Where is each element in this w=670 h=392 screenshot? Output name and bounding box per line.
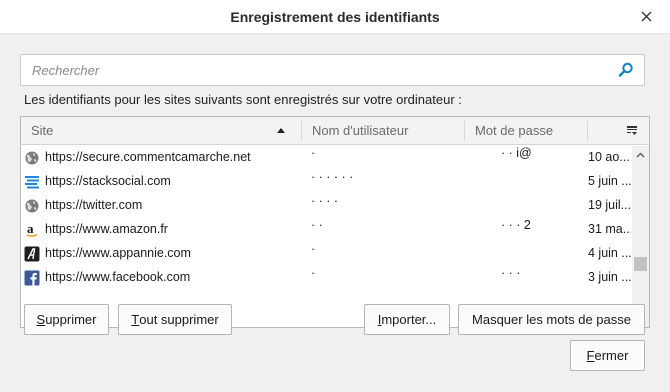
- delete-all-button-label: out supprimer: [139, 312, 219, 327]
- row-date: 5 juin ...: [588, 174, 631, 188]
- facebook-icon: [24, 270, 40, 286]
- import-button-label: mporter...: [381, 312, 437, 327]
- row-username: · · · ·: [311, 194, 339, 208]
- scrollbar-thumb[interactable]: [634, 257, 647, 271]
- search-box: [20, 54, 645, 86]
- column-picker-icon[interactable]: [626, 125, 638, 137]
- column-header-username[interactable]: Nom d'utilisateur: [302, 117, 464, 144]
- delete-button-label: upprimer: [45, 312, 97, 327]
- import-button[interactable]: Importer...: [364, 304, 450, 335]
- row-password: · · ·: [501, 266, 521, 280]
- table-header: Site Nom d'utilisateur Mot de passe: [21, 117, 649, 145]
- login-manager-dialog: Enregistrement des identifiants Les iden…: [0, 0, 670, 392]
- delete-all-button-mnemonic: T: [131, 312, 140, 327]
- column-header-username-label: Nom d'utilisateur: [312, 123, 409, 138]
- column-header-site-label: Site: [31, 123, 54, 138]
- amazon-icon: a: [26, 222, 38, 237]
- logins-table: Site Nom d'utilisateur Mot de passe http…: [20, 116, 650, 328]
- close-button-mnemonic: F: [586, 348, 595, 363]
- row-date: 10 ao...: [588, 150, 630, 164]
- close-icon: [641, 11, 651, 21]
- table-row[interactable]: a https://www.amazon.fr · · · · · 2 31 m…: [21, 218, 631, 242]
- globe-icon: [25, 199, 39, 213]
- scroll-up-icon[interactable]: [636, 151, 645, 160]
- svg-text:a: a: [27, 222, 34, 236]
- vertical-scrollbar[interactable]: [632, 146, 649, 327]
- row-date: 3 juin ...: [588, 270, 631, 284]
- table-row[interactable]: https://www.appannie.com · 4 juin ...: [21, 242, 631, 266]
- close-button[interactable]: Fermer: [570, 340, 645, 371]
- row-date: 31 ma...: [588, 222, 631, 236]
- close-window-button[interactable]: [636, 6, 656, 26]
- delete-button-mnemonic: S: [36, 312, 46, 327]
- row-site: https://www.amazon.fr: [45, 222, 168, 236]
- search-icon[interactable]: [618, 62, 634, 78]
- column-separator[interactable]: [587, 121, 588, 141]
- row-username: ·: [311, 242, 316, 256]
- row-username: · ·: [311, 218, 323, 232]
- row-username: · · · · · ·: [311, 170, 354, 184]
- dialog-content: Les identifiants pour les sites suivants…: [0, 34, 670, 392]
- dialog-title: Enregistrement des identifiants: [230, 9, 440, 25]
- globe-icon: [25, 151, 39, 165]
- sort-ascending-icon: [277, 128, 285, 133]
- row-password: · · i@: [501, 146, 532, 160]
- column-header-site[interactable]: Site: [21, 117, 301, 144]
- table-row[interactable]: https://stacksocial.com · · · · · · 5 ju…: [21, 170, 631, 194]
- table-row[interactable]: https://twitter.com · · · · 19 juil...: [21, 194, 631, 218]
- table-row[interactable]: https://www.facebook.com · · · · 3 juin …: [21, 266, 631, 290]
- column-header-password[interactable]: Mot de passe: [465, 117, 587, 144]
- delete-all-button[interactable]: Tout supprimer: [118, 304, 232, 335]
- description-text: Les identifiants pour les sites suivants…: [24, 92, 462, 107]
- row-site: https://twitter.com: [45, 198, 143, 212]
- row-site: https://www.facebook.com: [45, 270, 191, 284]
- row-date: 19 juil...: [588, 198, 631, 212]
- close-button-label: ermer: [594, 348, 629, 363]
- hide-passwords-button-label: Masquer les mots de passe: [472, 312, 631, 327]
- table-body: https://secure.commentcamarche.net · · ·…: [21, 146, 631, 327]
- row-password: · · · 2: [501, 218, 531, 232]
- delete-button[interactable]: Supprimer: [24, 304, 109, 335]
- appannie-icon: [24, 246, 40, 262]
- row-date: 4 juin ...: [588, 246, 631, 260]
- row-username: ·: [311, 146, 316, 160]
- search-input[interactable]: [21, 55, 611, 85]
- hide-passwords-button[interactable]: Masquer les mots de passe: [458, 304, 645, 335]
- row-site: https://stacksocial.com: [45, 174, 171, 188]
- column-header-password-label: Mot de passe: [475, 123, 554, 138]
- row-site: https://secure.commentcamarche.net: [45, 150, 251, 164]
- row-username: ·: [311, 266, 316, 280]
- row-site: https://www.appannie.com: [45, 246, 191, 260]
- title-bar: Enregistrement des identifiants: [0, 0, 670, 34]
- table-row[interactable]: https://secure.commentcamarche.net · · ·…: [21, 146, 631, 170]
- stacksocial-icon: [25, 176, 39, 189]
